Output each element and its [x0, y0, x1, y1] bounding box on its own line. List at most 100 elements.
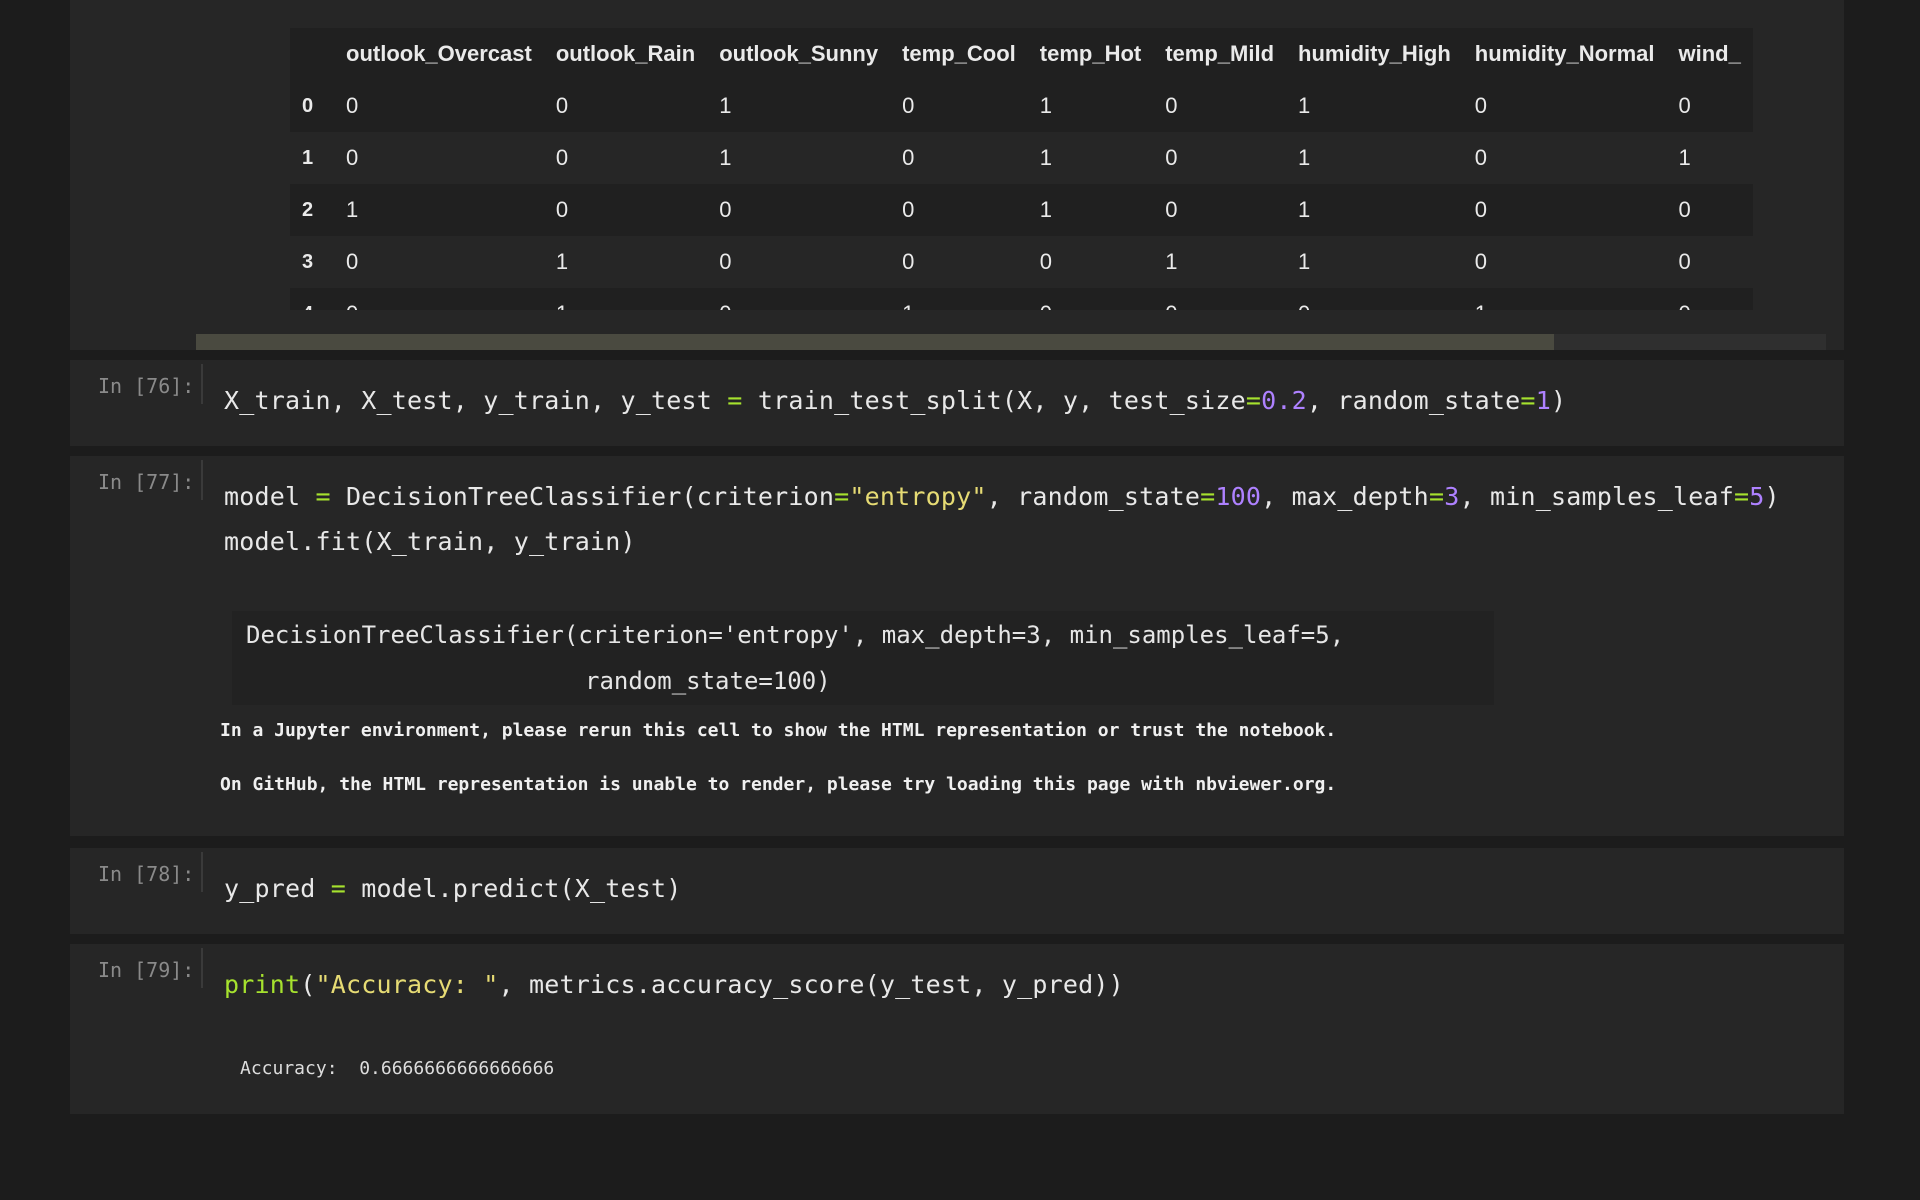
code-line[interactable]: X_train, X_test, y_train, y_test = train…	[224, 386, 1566, 415]
horizontal-scrollbar[interactable]	[196, 334, 1826, 350]
row-index: 4	[290, 288, 334, 310]
table-cell: 0	[707, 288, 891, 310]
table-cell: 0	[1666, 288, 1753, 310]
table-cell: 0	[543, 80, 708, 132]
table-cell: 0	[1666, 184, 1753, 236]
code-token: train_test_split(X, y, test_size	[742, 386, 1246, 415]
code-token: =	[727, 386, 743, 415]
table-cell: 1	[1286, 236, 1463, 288]
code-token: DecisionTreeClassifier(criterion	[330, 482, 835, 511]
code-token: (	[300, 970, 316, 999]
table-row: 4010100010	[290, 288, 1753, 310]
table-cell: 1	[334, 184, 544, 236]
table-row: 3010001100	[290, 236, 1753, 288]
column-header: outlook_Sunny	[707, 28, 891, 80]
table-cell: 0	[1027, 288, 1154, 310]
table-cell: 0	[1153, 184, 1287, 236]
code-cell-76[interactable]: In [76]: X_train, X_test, y_train, y_tes…	[70, 360, 1844, 446]
cell-gutter	[201, 852, 203, 892]
code-token: , min_samples_leaf	[1459, 482, 1734, 511]
dataframe-table: outlook_Overcast outlook_Rain outlook_Sunn…	[290, 28, 1753, 310]
table-cell: 1	[890, 288, 1028, 310]
code-line[interactable]: y_pred = model.predict(X_test)	[224, 874, 682, 903]
table-cell: 0	[1153, 80, 1287, 132]
code-token: =	[315, 482, 331, 511]
table-cell: 0	[890, 184, 1028, 236]
dataframe-body: 0001010100100101010121000101003010001100…	[290, 80, 1753, 310]
code-cell-79[interactable]: In [79]: print("Accuracy: ", metrics.acc…	[70, 944, 1844, 1114]
horizontal-scrollbar-thumb[interactable]	[196, 334, 1554, 350]
table-row: 0001010100	[290, 80, 1753, 132]
code-token: model.predict(X_test)	[346, 874, 682, 903]
table-cell: 0	[334, 132, 544, 184]
table-cell: 1	[1027, 80, 1154, 132]
table-cell: 0	[1153, 132, 1287, 184]
code-cell-78[interactable]: In [78]: y_pred = model.predict(X_test)	[70, 848, 1844, 934]
code-line[interactable]: model = DecisionTreeClassifier(criterion…	[224, 482, 1780, 511]
code-token: , metrics.accuracy_score(y_test, y_pred)…	[498, 970, 1124, 999]
table-cell: 1	[1153, 236, 1287, 288]
table-row: 1001010101	[290, 132, 1753, 184]
index-header	[290, 28, 334, 80]
code-cell-77[interactable]: In [77]: model = DecisionTreeClassifier(…	[70, 456, 1844, 836]
column-header: wind_	[1666, 28, 1753, 80]
table-cell: 0	[890, 236, 1028, 288]
cell-prompt: In [77]:	[98, 470, 195, 494]
table-cell: 0	[890, 132, 1028, 184]
code-token: model	[224, 482, 316, 511]
table-cell: 1	[1286, 132, 1463, 184]
code-token: =	[1428, 482, 1445, 511]
table-cell: 0	[1462, 184, 1667, 236]
table-row: 2100010100	[290, 184, 1753, 236]
table-cell: 0	[543, 184, 708, 236]
table-cell: 1	[543, 288, 708, 310]
table-cell: 0	[334, 288, 544, 310]
table-cell: 0	[707, 184, 891, 236]
cell-gutter	[201, 948, 203, 988]
table-cell: 0	[707, 236, 891, 288]
column-header: temp_Cool	[890, 28, 1028, 80]
stdout-output: Accuracy: 0.6666666666666666	[240, 1058, 555, 1079]
cell-prompt: In [79]:	[98, 958, 195, 982]
cell-output-area: DecisionTreeClassifier(criterion='entrop…	[70, 586, 1844, 836]
code-token: 5	[1749, 482, 1765, 511]
code-token: y_pred	[224, 874, 331, 903]
code-token: 0.2	[1261, 386, 1307, 415]
table-cell: 1	[1286, 184, 1463, 236]
estimator-repr-line: random_state=100)	[585, 667, 831, 695]
code-line[interactable]: print("Accuracy: ", metrics.accuracy_sco…	[224, 970, 1124, 999]
table-cell: 1	[707, 132, 891, 184]
row-index: 2	[290, 184, 334, 236]
dataframe-table-container: outlook_Overcast outlook_Rain outlook_Sunn…	[290, 28, 1896, 310]
table-cell: 1	[707, 80, 891, 132]
column-header: humidity_Normal	[1462, 28, 1667, 80]
code-token: )	[1764, 482, 1780, 511]
table-cell: 0	[1462, 80, 1667, 132]
code-token: 1	[1535, 386, 1551, 415]
code-line[interactable]: model.fit(X_train, y_train)	[224, 527, 636, 556]
dataframe-output-cell: outlook_Overcast outlook_Rain outlook_Sunn…	[70, 0, 1844, 350]
table-cell: 0	[1462, 132, 1667, 184]
code-token: =	[330, 874, 347, 903]
table-cell: 1	[1027, 132, 1154, 184]
cell-gutter	[201, 460, 203, 500]
column-header: temp_Mild	[1153, 28, 1287, 80]
table-cell: 0	[1666, 236, 1753, 288]
code-token: )	[1550, 386, 1567, 415]
table-cell: 1	[1462, 288, 1667, 310]
code-token: =	[1520, 386, 1536, 415]
code-token: =	[834, 482, 850, 511]
table-cell: 0	[1027, 236, 1154, 288]
code-token: X_train, X_test, y_train, y_test	[224, 386, 728, 415]
estimator-repr-box: DecisionTreeClassifier(criterion='entrop…	[232, 611, 1494, 705]
table-cell: 0	[1462, 236, 1667, 288]
column-header: outlook_Overcast	[334, 28, 544, 80]
code-token: , random_state	[1306, 386, 1521, 415]
cell-prompt: In [76]:	[98, 374, 195, 398]
code-token: =	[1200, 482, 1216, 511]
cell-prompt: In [78]:	[98, 862, 195, 886]
table-cell: 1	[1027, 184, 1154, 236]
code-token: "Accuracy: "	[315, 970, 499, 999]
row-index: 1	[290, 132, 334, 184]
cell-gutter	[201, 364, 203, 404]
